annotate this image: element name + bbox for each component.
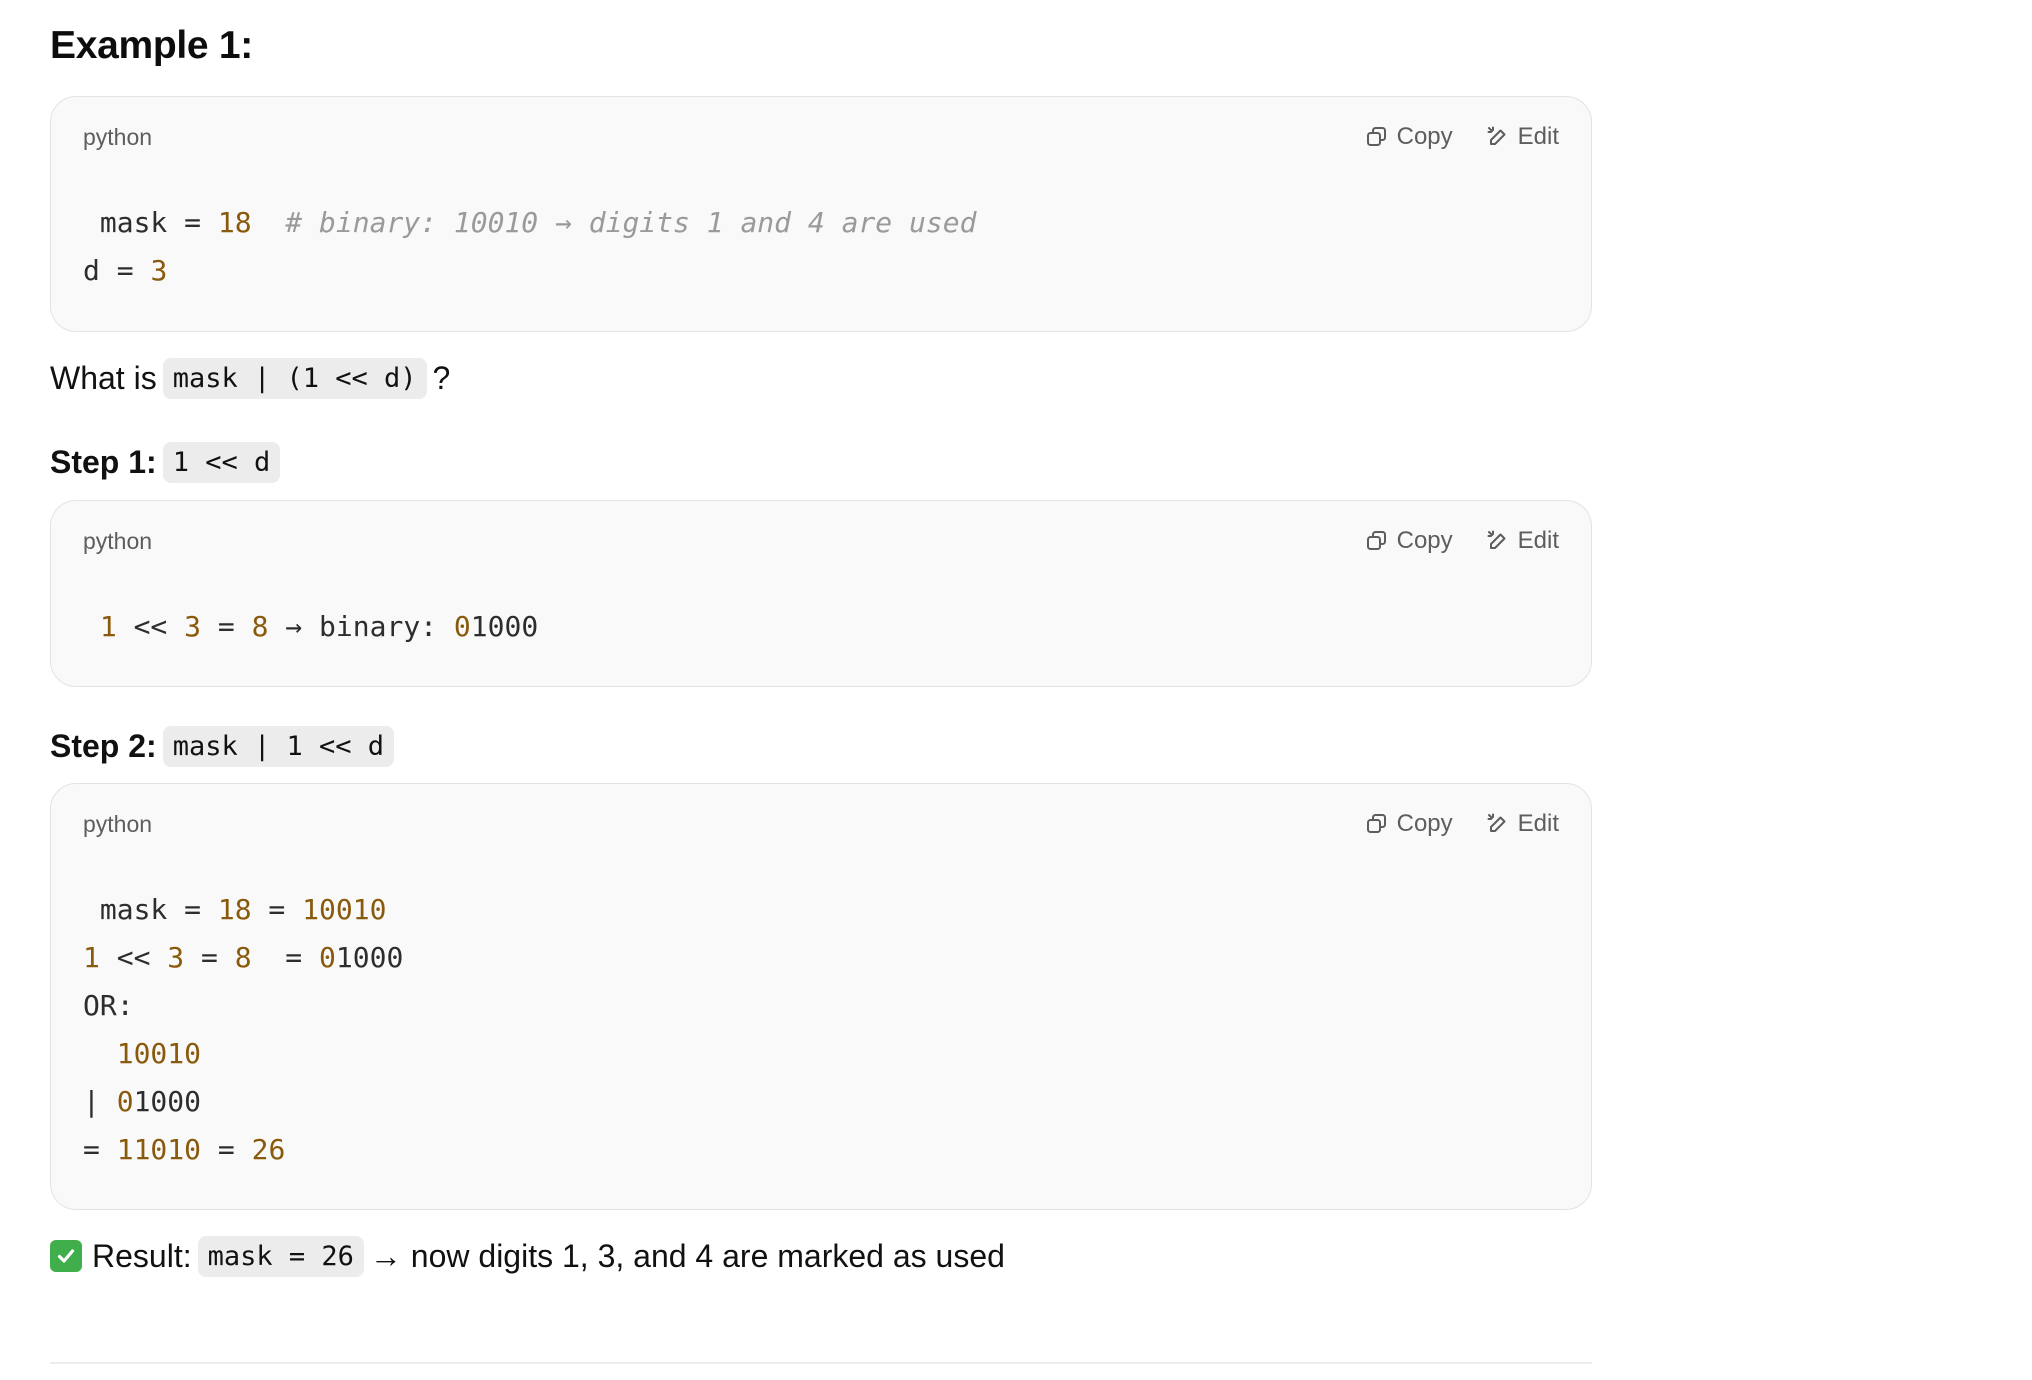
copy-label: Copy [1396,527,1453,554]
edit-icon [1487,530,1509,552]
code-language-label: python [83,527,153,554]
inline-code: 1 << d [162,441,281,483]
step-1-label: Step 1: [50,443,157,480]
code-block: python Copy Edit mask = 18 = 10010 1 << 3… [50,783,1592,1210]
copy-button[interactable]: Copy [1366,123,1453,151]
edit-icon [1487,813,1509,835]
check-mark-icon [50,1240,82,1272]
question-suffix: ? [432,359,451,396]
code-language-label: python [83,123,153,150]
code-line: | 01000 [83,1085,202,1118]
code-block-header: python Copy Edit [83,523,1559,559]
code-line: mask = 18 = 10010 [83,893,387,926]
code-actions: Copy Edit [1366,810,1559,838]
result-text: Result: mask = 26 → now digits 1, 3, and… [50,1232,1005,1280]
copy-icon [1366,530,1388,552]
step-2-label: Step 2: [50,727,157,764]
chat-response: Example 1: python Copy Edit mask = 18 # … [0,0,2032,1380]
copy-label: Copy [1396,810,1453,837]
copy-button[interactable]: Copy [1366,810,1453,838]
question-prefix: What is [50,359,157,396]
section-divider [50,1362,1592,1364]
edit-button[interactable]: Edit [1487,527,1559,555]
code-actions: Copy Edit [1366,527,1559,555]
code-content: 1 << 3 = 8 → binary: 01000 [83,603,538,651]
code-line: = 11010 = 26 [83,1133,286,1166]
step-2-heading: Step 2: mask | 1 << d [50,722,400,770]
code-line: 1 << 3 = 8 = 01000 [83,941,404,974]
copy-icon [1366,813,1388,835]
result-label: Result: [92,1237,192,1274]
code-block: python Copy Edit mask = 18 # binary: 100… [50,96,1592,332]
example-heading: Example 1: [50,24,253,67]
code-actions: Copy Edit [1366,123,1559,151]
question-text: What is mask | (1 << d) ? [50,354,450,402]
edit-button[interactable]: Edit [1487,123,1559,151]
code-line: 1 << 3 = 8 → binary: 01000 [99,610,539,643]
inline-code: mask | 1 << d [162,725,395,767]
code-block-header: python Copy Edit [83,806,1559,842]
code-language-label: python [83,810,153,837]
code-line: 10010 [116,1037,202,1070]
inline-code: mask | (1 << d) [162,357,427,399]
code-content: mask = 18 = 10010 1 << 3 = 8 = 01000 OR: 1… [83,886,403,1174]
code-line: mask = 18 # binary: 10010 → digits 1 and… [83,206,977,239]
result-suffix: → now digits 1, 3, and 4 are marked as u… [369,1237,1005,1274]
edit-button[interactable]: Edit [1487,810,1559,838]
edit-label: Edit [1517,123,1559,150]
code-line: OR: [83,989,134,1022]
copy-label: Copy [1396,123,1453,150]
edit-icon [1487,126,1509,148]
edit-label: Edit [1517,810,1559,837]
copy-icon [1366,126,1388,148]
code-line: d = 3 [83,254,168,287]
copy-button[interactable]: Copy [1366,527,1453,555]
code-block: python Copy Edit 1 << 3 = 8 → binary: 01… [50,500,1592,687]
step-1-heading: Step 1: 1 << d [50,438,286,486]
edit-label: Edit [1517,527,1559,554]
code-block-header: python Copy Edit [83,119,1559,155]
inline-code: mask = 26 [197,1235,364,1277]
code-content: mask = 18 # binary: 10010 → digits 1 and… [83,199,976,295]
